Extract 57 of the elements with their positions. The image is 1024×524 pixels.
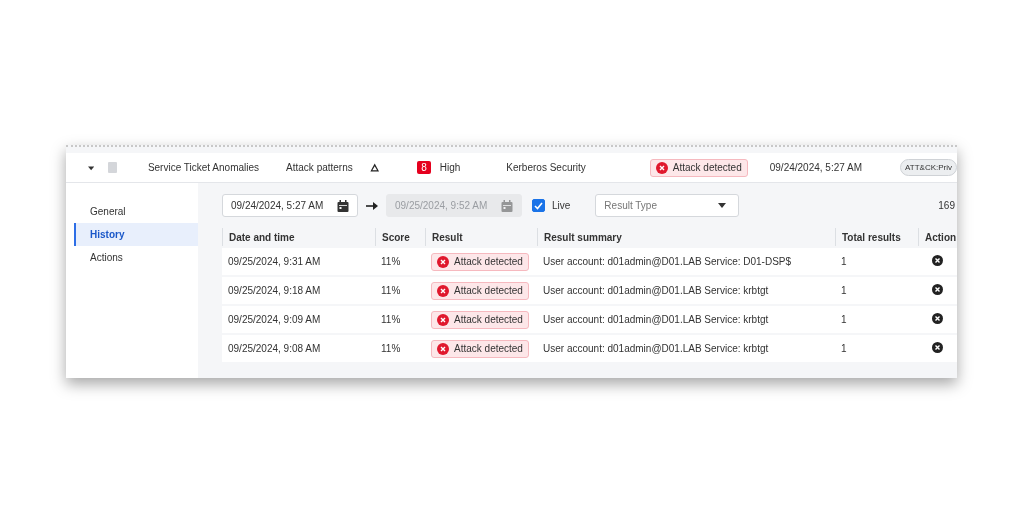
detection-time: 09/24/2024, 5:27 AM (769, 162, 863, 173)
caret-icon[interactable] (88, 163, 95, 172)
sidebar-item[interactable]: History (74, 223, 198, 246)
table-cell: 11% (375, 277, 425, 304)
error-icon (437, 313, 449, 326)
table-cell: 1 (835, 335, 918, 362)
error-icon (655, 161, 668, 174)
error-icon (437, 342, 449, 355)
severity-count-badge: 8 (417, 161, 431, 174)
table-cell: 11% (375, 248, 425, 275)
severity-label: High (439, 162, 461, 173)
badge-label: Attack detected (454, 256, 523, 267)
table-cell: User account: d01admin@D01.LAB Service: krbtgt (537, 306, 835, 333)
table-cell: 09/25/2024, 9:31 AM (222, 248, 375, 275)
alert-name: Service Ticket Anomalies (147, 162, 260, 173)
table-cell: User account: d01admin@D01.LAB Service: krbtgt (537, 277, 835, 304)
close-icon[interactable] (932, 313, 943, 324)
column-header[interactable]: Result summary (537, 228, 835, 246)
table-cell: User account: d01admin@D01.LAB Service: D01-DSP$ (537, 248, 835, 275)
caret-down-icon (718, 203, 727, 208)
category-label: Attack patterns (286, 162, 353, 173)
badge-label: Attack detected (454, 285, 523, 296)
column-header[interactable]: Action (918, 228, 957, 246)
error-icon (437, 284, 449, 297)
table-cell: 1 (835, 277, 918, 304)
badge-label: Attack detected (454, 314, 523, 325)
results-count: 169 (938, 200, 955, 211)
close-icon[interactable] (932, 284, 943, 295)
tactic-tag: ATT&CK:Priv (900, 159, 957, 176)
table-cell: 1 (835, 306, 918, 333)
table-cell: 11% (375, 306, 425, 333)
badge-label: Attack detected (454, 343, 523, 354)
source-label: Kerberos Security (506, 162, 586, 173)
table-cell: 09/25/2024, 9:09 AM (222, 306, 375, 333)
result-type-dropdown[interactable]: Result Type (595, 194, 740, 217)
error-icon (437, 255, 449, 268)
column-header[interactable]: Score (375, 228, 425, 246)
sidebar-item[interactable]: Actions (74, 246, 198, 269)
table-cell: 09/25/2024, 9:18 AM (222, 277, 375, 304)
table-cell: 11% (375, 335, 425, 362)
column-header[interactable]: Result (425, 228, 537, 246)
table-cell: 09/25/2024, 9:08 AM (222, 335, 375, 362)
calendar-icon[interactable] (337, 199, 349, 212)
arrow-right-icon (366, 200, 378, 211)
column-header[interactable]: Date and time (222, 228, 375, 246)
live-checkbox[interactable] (532, 199, 545, 212)
warning-triangle-icon (369, 162, 380, 173)
date-field[interactable]: 09/24/2024, 5:27 AM (222, 194, 358, 217)
sidebar-item[interactable]: General (74, 200, 198, 223)
table-cell: 1 (835, 248, 918, 275)
column-header[interactable]: Total results (835, 228, 918, 246)
live-label: Live (552, 200, 571, 211)
table-cell: User account: d01admin@D01.LAB Service: krbtgt (537, 335, 835, 362)
badge-label: Attack detected (672, 162, 742, 173)
close-icon[interactable] (932, 255, 943, 266)
row-checkbox[interactable] (108, 162, 117, 173)
close-icon[interactable] (932, 342, 943, 353)
